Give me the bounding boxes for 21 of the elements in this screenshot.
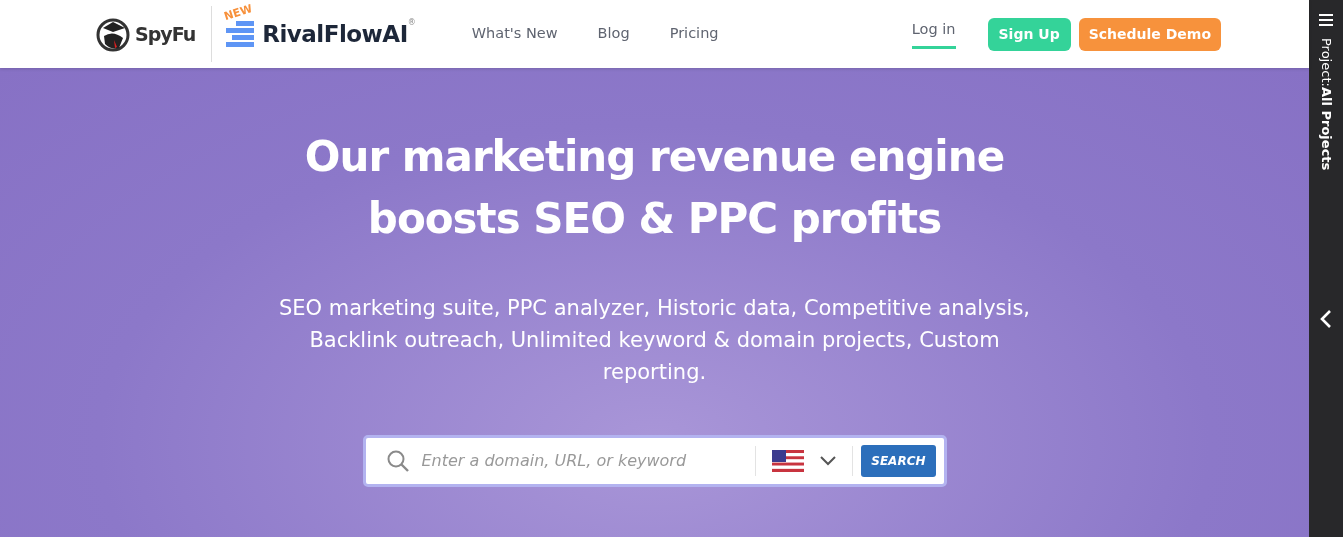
nav-link[interactable]: Blog: [597, 23, 630, 45]
search-icon: [385, 449, 410, 473]
hero-title: Our marketing revenue engine: [304, 131, 1005, 183]
stacked-bars-logo-icon: [226, 21, 255, 47]
chevron-down-icon[interactable]: [820, 456, 837, 466]
new-label: NEW: [222, 0, 255, 25]
login-link[interactable]: Log in: [911, 18, 956, 50]
product-logo-text: RivalFlowAI: [262, 19, 408, 49]
nav-link[interactable]: Pricing: [669, 23, 719, 45]
menu-icon[interactable]: [1319, 14, 1333, 26]
logo-text: SpyFu: [135, 21, 196, 47]
search-field[interactable]: Enter a domain, URL, or keyword SEARCH: [362, 435, 947, 487]
hero-title: boosts SEO & PPC profits: [366, 193, 943, 245]
flag-icon: [772, 450, 805, 472]
chevron-left-icon[interactable]: [1320, 310, 1332, 329]
project-label[interactable]: Project:All Projects: [1316, 38, 1336, 171]
nav-link[interactable]: What's New: [471, 23, 558, 45]
search-button[interactable]: SEARCH: [861, 445, 936, 477]
hero-subtitle: SEO marketing suite, PPC analyzer, Historic data, Competitive analysis, Backlink outreach, Unlimited keyword & domain projects, Custom reporting.: [277, 295, 1031, 386]
registered-mark: ®: [407, 16, 416, 29]
spy-logo-icon: [95, 16, 131, 52]
